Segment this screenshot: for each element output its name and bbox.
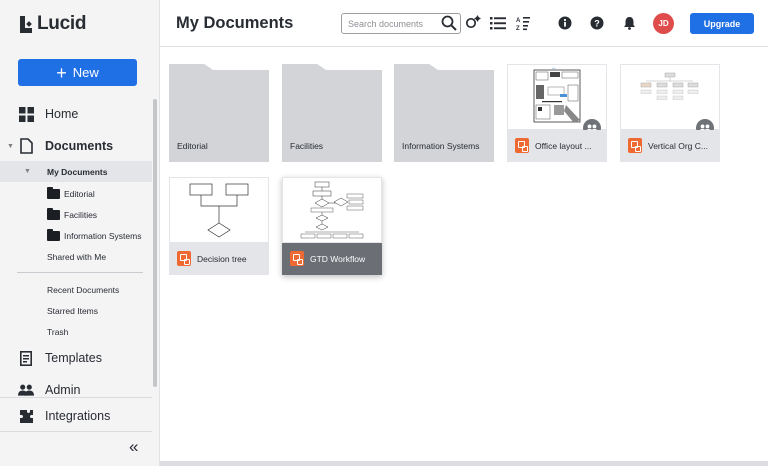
document-thumbnail [282, 177, 382, 243]
sidebar-item-label: Documents [45, 139, 114, 153]
collapse-sidebar-button[interactable]: « [129, 437, 138, 457]
info-icon[interactable] [556, 14, 574, 32]
sidebar-item-my-documents[interactable]: ▼ My Documents [0, 161, 152, 182]
document-name: Vertical Org C... [648, 141, 708, 151]
sidebar-item-label: Editorial [64, 188, 95, 199]
svg-text:?: ? [594, 19, 600, 29]
folder-icon [47, 228, 60, 241]
sidebar-item-templates[interactable]: Templates [0, 348, 152, 368]
workflow-thumbnail [300, 181, 364, 239]
page-title: My Documents [176, 14, 294, 32]
card-footer: Office layout ... [507, 130, 607, 162]
bottom-edge-strip [160, 461, 768, 466]
document-card[interactable]: Decision tree [169, 177, 269, 275]
card-footer: Facilities [282, 130, 382, 162]
sort-icon[interactable]: AZ [514, 14, 532, 32]
sidebar-scrollbar[interactable] [153, 99, 157, 387]
plus-icon: + [56, 62, 67, 83]
svg-text:A: A [516, 18, 521, 24]
sidebar-item-folder[interactable]: Information Systems [0, 225, 152, 246]
sidebar-item-home[interactable]: Home [0, 104, 152, 124]
sidebar-divider [0, 431, 152, 432]
document-card[interactable]: ▪▪▪▪ Office layout ... [507, 64, 607, 162]
top-header: My Documents AZ ? JD Upgrade [160, 0, 768, 47]
sidebar-item-label: Trash [47, 326, 69, 337]
folder-icon [47, 186, 60, 199]
lucidchart-doc-icon [515, 138, 529, 153]
folder-body [169, 70, 269, 130]
chevron-down-icon[interactable]: ▼ [24, 168, 31, 175]
sidebar-item-folder[interactable]: Editorial [0, 183, 152, 204]
sidebar-item-documents[interactable]: ▼ Documents [0, 136, 152, 156]
chevron-down-icon[interactable]: ▼ [7, 143, 14, 150]
sidebar-item-starred[interactable]: Starred Items [0, 300, 152, 321]
folder-icon [47, 207, 60, 220]
shared-settings-icon[interactable] [464, 14, 482, 32]
card-footer: Decision tree [169, 243, 269, 275]
sidebar-item-label: Shared with Me [47, 251, 107, 262]
bell-icon[interactable] [620, 14, 638, 32]
lucid-app: Lucid + New Home ▼ Documents ▼ My Docume… [0, 0, 768, 466]
puzzle-icon [18, 408, 34, 424]
folder-card[interactable]: Editorial [169, 64, 269, 162]
lucidchart-doc-icon [628, 138, 642, 153]
sidebar-item-label: Information Systems [64, 230, 142, 241]
sidebar-item-folder[interactable]: Facilities [0, 204, 152, 225]
upgrade-button[interactable]: Upgrade [690, 13, 754, 34]
document-card[interactable]: GTD Workflow [282, 177, 382, 275]
avatar[interactable]: JD [653, 13, 674, 34]
svg-text:▪▪▪▪: ▪▪▪▪ [552, 67, 556, 70]
sidebar-item-label: My Documents [47, 166, 108, 177]
document-icon [18, 138, 34, 154]
lucid-logo[interactable]: Lucid [20, 13, 86, 35]
lucidchart-doc-icon [177, 251, 191, 266]
folder-body [394, 70, 494, 130]
sidebar-divider [17, 272, 143, 273]
new-button-label: New [72, 65, 99, 80]
folder-card[interactable]: Facilities [282, 64, 382, 162]
folder-name: Facilities [290, 141, 324, 151]
people-icon [18, 382, 34, 398]
sidebar-item-label: Recent Documents [47, 284, 120, 295]
sidebar-item-label: Admin [45, 383, 81, 397]
svg-text:Z: Z [516, 26, 520, 31]
sidebar-item-label: Templates [45, 351, 102, 365]
home-grid-icon [18, 106, 34, 122]
sidebar-item-trash[interactable]: Trash [0, 321, 152, 342]
template-icon [18, 350, 34, 366]
folder-name: Editorial [177, 141, 208, 151]
brand-name: Lucid [37, 13, 87, 34]
search-icon[interactable] [441, 15, 457, 31]
folder-name: Information Systems [402, 141, 480, 151]
documents-grid: Editorial Facilities Information Systems [160, 48, 768, 466]
card-footer: GTD Workflow [282, 243, 382, 275]
card-footer: Editorial [169, 130, 269, 162]
lucidchart-doc-icon [290, 251, 304, 266]
sidebar-item-label: Facilities [64, 209, 98, 220]
sidebar-item-recent[interactable]: Recent Documents [0, 279, 152, 300]
card-footer: Vertical Org C... [620, 130, 720, 162]
sidebar-item-integrations[interactable]: Integrations [0, 406, 152, 426]
sidebar-item-label: Starred Items [47, 305, 99, 316]
document-card[interactable]: Vertical Org C... [620, 64, 720, 162]
folder-card[interactable]: Information Systems [394, 64, 494, 162]
list-view-icon[interactable] [489, 14, 507, 32]
sidebar-item-label: Home [45, 107, 79, 121]
document-name: Office layout ... [535, 141, 592, 151]
sidebar-divider [0, 397, 152, 398]
sidebar-item-label: Integrations [45, 409, 111, 423]
decision-tree-thumbnail [189, 183, 249, 238]
card-footer: Information Systems [394, 130, 494, 162]
sidebar: Lucid + New Home ▼ Documents ▼ My Docume… [0, 0, 160, 466]
lucid-logo-icon [20, 15, 34, 33]
document-name: GTD Workflow [310, 254, 366, 264]
folder-body [282, 70, 382, 130]
help-icon[interactable]: ? [588, 14, 606, 32]
document-thumbnail [169, 177, 269, 243]
new-button[interactable]: + New [18, 59, 137, 86]
document-name: Decision tree [197, 254, 247, 264]
sidebar-item-shared-with-me[interactable]: Shared with Me [0, 246, 152, 267]
